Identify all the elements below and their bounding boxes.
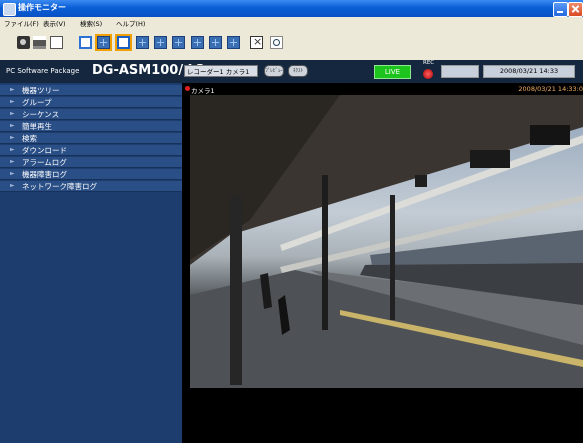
chevron-right-icon: ► bbox=[10, 122, 15, 129]
sidebar-item-alarm-log[interactable]: ► アラームログ bbox=[0, 157, 182, 168]
minimize-button[interactable] bbox=[553, 2, 568, 17]
layout-4-icon[interactable] bbox=[95, 34, 112, 51]
layout-1-icon[interactable] bbox=[79, 36, 92, 49]
single-screen-icon[interactable] bbox=[115, 34, 132, 51]
sidebar-item-label: 機器障害ログ bbox=[22, 170, 67, 179]
chevron-right-icon: ► bbox=[10, 158, 15, 165]
sidebar-item-quick-playback[interactable]: ► 簡単再生 bbox=[0, 121, 182, 132]
menu-search[interactable]: 検索(S) bbox=[80, 18, 102, 28]
window-title: 操作モニター bbox=[18, 3, 66, 12]
layout-b-icon[interactable] bbox=[191, 36, 204, 49]
recording-dot-icon bbox=[185, 86, 190, 91]
camera-label: カメラ1 bbox=[191, 87, 215, 95]
status-field bbox=[441, 65, 479, 78]
status-header: PC Software Package DG-ASM100/ L3 レコーダー1… bbox=[0, 60, 583, 83]
menu-bar: ファイル(F) 表示(V) 検索(S) ヘルプ(H) bbox=[0, 17, 583, 30]
sidebar-item-label: ネットワーク障害ログ bbox=[22, 182, 97, 191]
sidebar-item-label: アラームログ bbox=[22, 158, 67, 167]
rec-indicator-icon bbox=[423, 69, 433, 79]
app-icon bbox=[3, 3, 16, 16]
recorder-camera-field: レコーダー1 カメラ1 bbox=[184, 65, 258, 77]
camera-icon[interactable] bbox=[17, 36, 30, 49]
sidebar-item-search[interactable]: ► 検索 bbox=[0, 133, 182, 144]
sidebar-item-download[interactable]: ► ダウンロード bbox=[0, 145, 182, 156]
next-button[interactable]: ﾈｸｽﾄ bbox=[288, 65, 308, 77]
menu-help[interactable]: ヘルプ(H) bbox=[116, 18, 145, 28]
chevron-right-icon: ► bbox=[10, 86, 15, 93]
title-bar[interactable]: 操作モニター bbox=[0, 0, 583, 17]
minimize-icon bbox=[557, 11, 563, 13]
chevron-right-icon: ► bbox=[10, 134, 15, 141]
station-platform-image bbox=[190, 95, 583, 388]
live-button[interactable]: LIVE bbox=[374, 65, 411, 79]
fit-icon[interactable] bbox=[250, 35, 263, 49]
datetime-display: 2008/03/21 14:33 bbox=[483, 65, 575, 78]
sidebar-item-device-error-log[interactable]: ► 機器障害ログ bbox=[0, 169, 182, 180]
sidebar: ► 機器ツリー ► グループ ► シーケンス ► 簡単再生 ► 検索 ► ダウンロード ► ア… bbox=[0, 83, 182, 443]
package-label: PC Software Package bbox=[6, 67, 80, 75]
chevron-right-icon: ► bbox=[10, 146, 15, 153]
sidebar-item-group[interactable]: ► グループ bbox=[0, 97, 182, 108]
sidebar-item-network-error-log[interactable]: ► ネットワーク障害ログ bbox=[0, 181, 182, 192]
sidebar-item-sequence[interactable]: ► シーケンス bbox=[0, 109, 182, 120]
sidebar-item-label: 簡単再生 bbox=[22, 122, 52, 131]
close-button[interactable] bbox=[568, 2, 583, 17]
chevron-right-icon: ► bbox=[10, 182, 15, 189]
video-panel: カメラ1 2008/03/21 14:33:0 bbox=[182, 83, 583, 443]
video-timestamp: 2008/03/21 14:33:0 bbox=[518, 85, 583, 93]
rec-label: REC bbox=[423, 60, 435, 66]
sidebar-item-label: シーケンス bbox=[22, 110, 60, 119]
toolbar bbox=[0, 30, 583, 61]
chevron-right-icon: ► bbox=[10, 110, 15, 117]
sidebar-item-label: 検索 bbox=[22, 134, 37, 143]
camera-video[interactable] bbox=[190, 95, 583, 388]
layout-d-icon[interactable] bbox=[227, 36, 240, 49]
export-icon[interactable] bbox=[50, 36, 63, 49]
layout-a-icon[interactable] bbox=[172, 36, 185, 49]
sidebar-item-label: ダウンロード bbox=[22, 146, 67, 155]
sidebar-item-label: グループ bbox=[22, 98, 52, 107]
menu-file[interactable]: ファイル(F) bbox=[4, 18, 39, 28]
layout-9-icon[interactable] bbox=[136, 36, 149, 49]
chevron-right-icon: ► bbox=[10, 98, 15, 105]
chevron-right-icon: ► bbox=[10, 170, 15, 177]
layout-16-icon[interactable] bbox=[154, 36, 167, 49]
menu-view[interactable]: 表示(V) bbox=[43, 18, 66, 28]
zoom-icon[interactable] bbox=[270, 36, 283, 49]
app-window: 操作モニター ファイル(F) 表示(V) 検索(S) ヘルプ(H) PC Sof… bbox=[0, 0, 583, 443]
sidebar-item-device-tree[interactable]: ► 機器ツリー bbox=[0, 85, 182, 96]
layout-c-icon[interactable] bbox=[209, 36, 222, 49]
sidebar-item-label: 機器ツリー bbox=[22, 86, 60, 95]
printer-icon[interactable] bbox=[33, 36, 46, 49]
previous-button[interactable]: ﾌﾟﾚﾋﾞｭｰ bbox=[264, 65, 284, 77]
